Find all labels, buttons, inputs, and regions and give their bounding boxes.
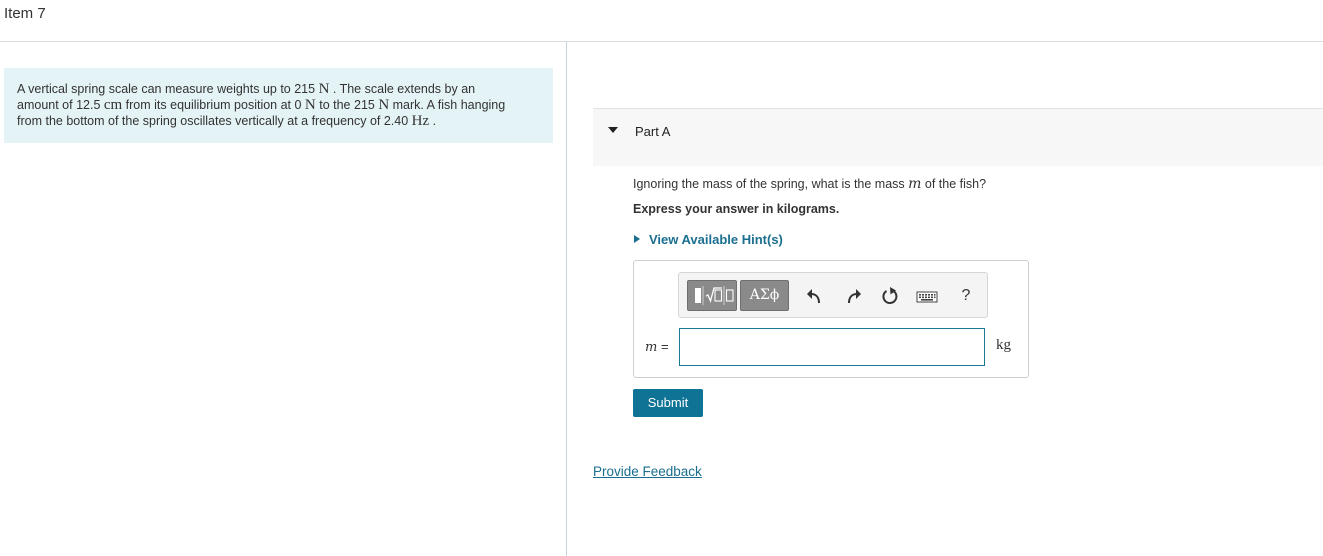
keyboard-button[interactable] xyxy=(915,284,939,308)
part-a-label[interactable]: Part A xyxy=(635,124,670,139)
provide-feedback-link[interactable]: Provide Feedback xyxy=(593,464,702,479)
header-divider xyxy=(0,41,1323,42)
undo-icon xyxy=(807,289,820,304)
help-button[interactable]: ? xyxy=(954,284,978,308)
answer-unit: kg xyxy=(996,337,1011,353)
column-divider xyxy=(566,42,567,556)
reset-button[interactable] xyxy=(878,284,902,308)
collapse-caret-icon[interactable] xyxy=(608,127,618,133)
greek-letters-button[interactable]: ΑΣϕ xyxy=(740,280,789,311)
redo-button[interactable] xyxy=(841,284,865,308)
hint-expand-icon[interactable] xyxy=(634,235,640,243)
view-hints-link[interactable]: View Available Hint(s) xyxy=(649,232,783,247)
math-toolbar: ΑΣϕ ? xyxy=(678,272,988,318)
help-icon: ? xyxy=(961,287,971,304)
problem-line-2: amount of 12.5 cm from its equilibrium p… xyxy=(17,97,506,113)
reset-icon xyxy=(882,287,898,304)
keyboard-icon xyxy=(916,291,938,303)
redo-icon xyxy=(848,289,861,304)
templates-button[interactable] xyxy=(687,280,737,311)
answer-instructions: Express your answer in kilograms. xyxy=(633,202,840,216)
answer-input[interactable] xyxy=(679,328,985,366)
answer-variable-label: m = xyxy=(645,339,669,355)
item-title: Item 7 xyxy=(4,5,46,22)
problem-statement: A vertical spring scale can measure weig… xyxy=(4,68,553,143)
question-text: Ignoring the mass of the spring, what is… xyxy=(633,176,987,192)
problem-line-3: from the bottom of the spring oscillates… xyxy=(17,113,437,129)
part-a-header[interactable] xyxy=(593,108,1323,166)
undo-button[interactable] xyxy=(803,284,827,308)
submit-button[interactable]: Submit xyxy=(633,389,703,417)
templates-icon xyxy=(695,286,734,305)
problem-line-1: A vertical spring scale can measure weig… xyxy=(17,81,476,97)
